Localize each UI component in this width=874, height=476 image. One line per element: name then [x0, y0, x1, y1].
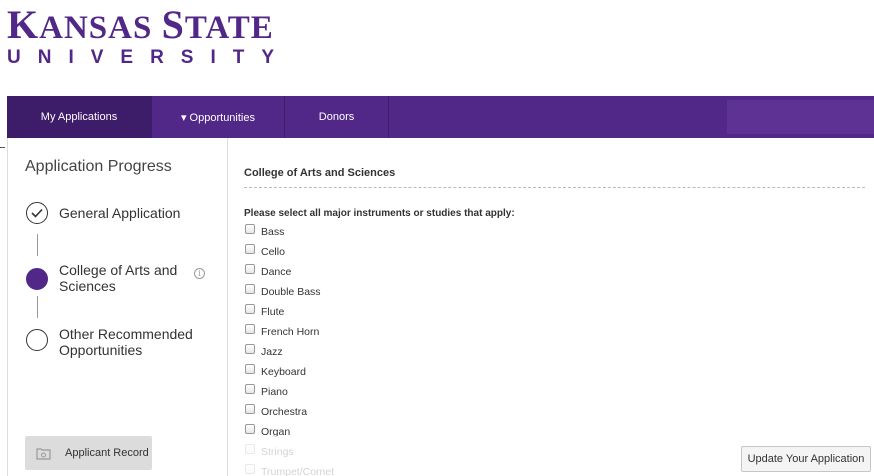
option-trumpet-cornet[interactable]: Trumpet/Cornet: [245, 462, 334, 476]
checkbox[interactable]: [245, 384, 255, 394]
option-french-horn[interactable]: French Horn: [245, 322, 334, 342]
sidebar-title: Application Progress: [25, 158, 172, 175]
checkbox[interactable]: [245, 344, 255, 354]
option-label: Dance: [261, 266, 292, 278]
instruments-prompt: Please select all major instruments or s…: [244, 208, 515, 219]
info-icon[interactable]: i: [194, 268, 205, 279]
progress-sidebar: Application Progress General Application…: [7, 138, 228, 476]
option-flute[interactable]: Flute: [245, 302, 334, 322]
nav-my-applications[interactable]: My Applications: [7, 96, 152, 138]
step-other-opportunities[interactable]: Other Recommended Opportunities: [26, 326, 199, 358]
option-strings[interactable]: Strings: [245, 442, 334, 462]
nav-donors[interactable]: Donors: [285, 96, 389, 138]
option-label: Cello: [261, 246, 285, 258]
section-title: College of Arts and Sciences: [244, 167, 396, 179]
option-double-bass[interactable]: Double Bass: [245, 282, 334, 302]
option-keyboard[interactable]: Keyboard: [245, 362, 334, 382]
checkbox[interactable]: [245, 404, 255, 414]
checkbox[interactable]: [245, 264, 255, 274]
option-label: Strings: [261, 446, 294, 458]
section-divider: [244, 187, 865, 188]
checkbox[interactable]: [245, 244, 255, 254]
option-cello[interactable]: Cello: [245, 242, 334, 262]
option-label: Double Bass: [261, 286, 321, 298]
option-orchestra[interactable]: Orchestra: [245, 402, 334, 422]
left-edge-line: [0, 147, 5, 148]
checkbox[interactable]: [245, 284, 255, 294]
folder-icon: [36, 447, 51, 460]
option-label: Piano: [261, 386, 288, 398]
option-label: Jazz: [261, 346, 283, 358]
option-label: Orchestra: [261, 406, 308, 418]
option-label: Trumpet/Cornet: [261, 466, 335, 476]
option-bass[interactable]: Bass: [245, 222, 334, 242]
checkbox[interactable]: [245, 444, 255, 454]
applicant-record-label: Applicant Record: [65, 447, 149, 459]
option-label: French Horn: [261, 326, 320, 338]
step-connector: [37, 234, 38, 256]
checkbox[interactable]: [245, 424, 255, 434]
checkbox[interactable]: [245, 304, 255, 314]
option-label: Flute: [261, 306, 285, 318]
instrument-options: Bass Cello Dance Double Bass Flute Frenc…: [245, 222, 334, 476]
checkbox[interactable]: [245, 464, 255, 474]
option-piano[interactable]: Piano: [245, 382, 334, 402]
current-step-icon: [26, 268, 48, 290]
logo-university: UNIVERSITY: [7, 47, 292, 68]
main-content: College of Arts and Sciences Please sele…: [228, 138, 874, 476]
step-label: General Application: [59, 205, 181, 221]
applicant-record-button[interactable]: Applicant Record: [25, 436, 152, 470]
option-label: Keyboard: [261, 366, 306, 378]
option-dance[interactable]: Dance: [245, 262, 334, 282]
empty-circle-icon: [26, 329, 48, 351]
option-label: Bass: [261, 226, 285, 238]
step-label: College of Arts and Sciences: [59, 262, 178, 294]
option-jazz[interactable]: Jazz: [245, 342, 334, 362]
checkbox[interactable]: [245, 224, 255, 234]
step-general-application[interactable]: General Application: [26, 202, 180, 224]
option-label: Organ: [261, 426, 291, 438]
main-navbar: My Applications ▾ Opportunities Donors: [7, 96, 874, 138]
checkbox[interactable]: [245, 364, 255, 374]
update-application-button[interactable]: Update Your Application: [741, 446, 871, 472]
step-label: Other Recommended Opportunities: [59, 326, 193, 358]
nav-opportunities[interactable]: ▾ Opportunities: [152, 96, 285, 138]
step-college-arts-sciences[interactable]: College of Arts and Sciences: [26, 262, 184, 294]
check-circle-icon: [26, 202, 48, 224]
option-organ[interactable]: Organ: [245, 422, 334, 442]
checkbox[interactable]: [245, 324, 255, 334]
kansas-state-logo[interactable]: KANSAS STATE UNIVERSITY: [7, 2, 292, 69]
nav-right-panel: [727, 100, 874, 134]
logo-wordmark: KANSAS STATE: [7, 2, 274, 47]
step-connector: [37, 296, 38, 318]
